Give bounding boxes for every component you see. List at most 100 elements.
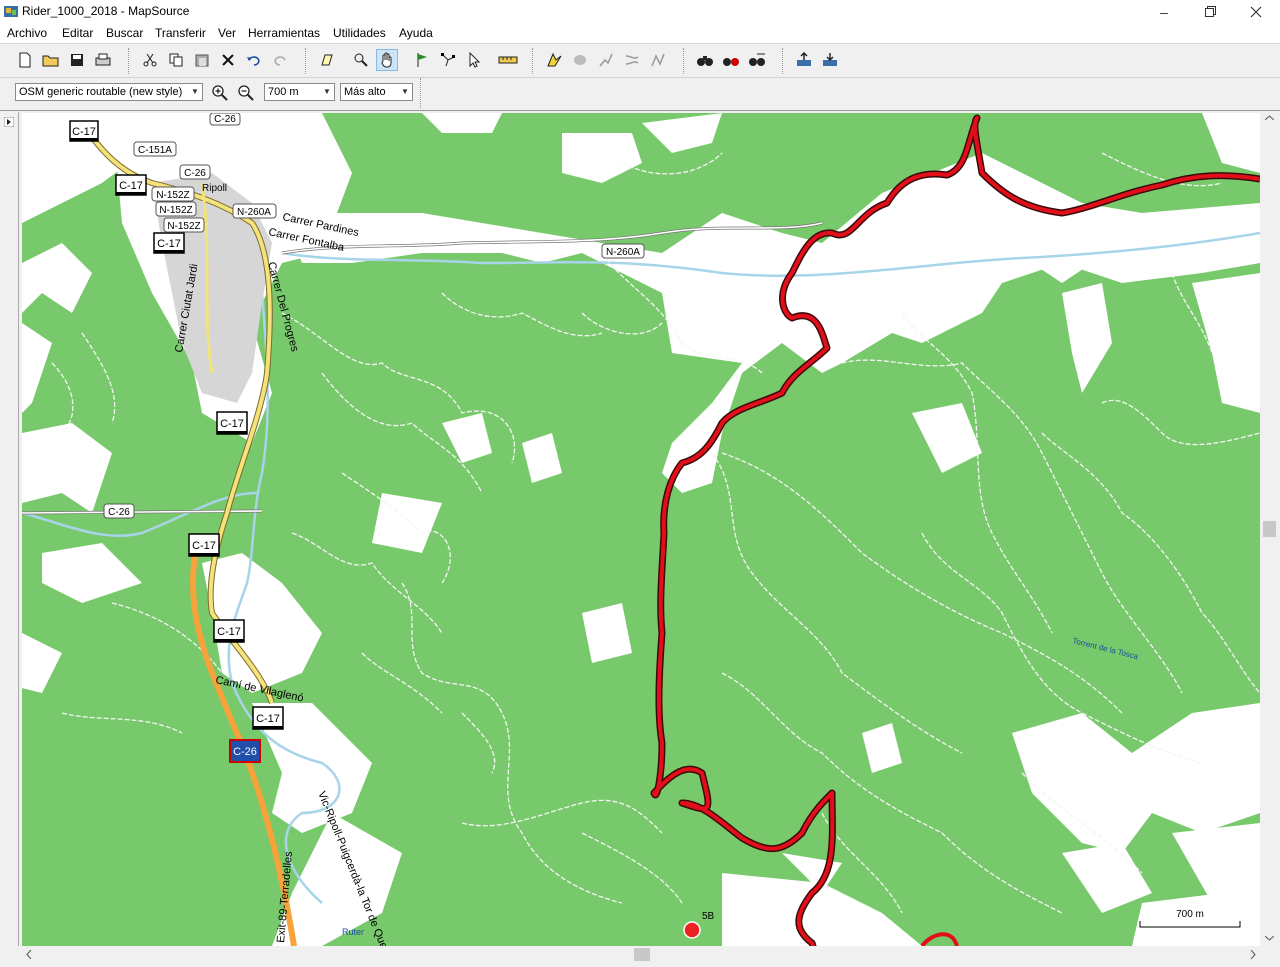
app-icon bbox=[4, 6, 18, 17]
svg-text:C-17: C-17 bbox=[157, 238, 181, 250]
find-recent-icon[interactable] bbox=[746, 49, 768, 71]
zoom-level-value: 700 m bbox=[268, 86, 299, 98]
road-shield: C-17 bbox=[213, 619, 245, 643]
title-bar: Rider_1000_2018 - MapSource – bbox=[0, 0, 1280, 23]
menu-ver[interactable]: Ver bbox=[218, 26, 236, 40]
river-label: Torrent de la Tosca bbox=[1072, 636, 1140, 661]
toolbar-separator bbox=[128, 48, 130, 74]
svg-text:N-260A: N-260A bbox=[606, 247, 640, 258]
chevron-down-icon: ▼ bbox=[323, 87, 331, 96]
chevron-down-icon: ▼ bbox=[401, 87, 409, 96]
svg-text:C-151A: C-151A bbox=[138, 145, 172, 156]
svg-text:C-26: C-26 bbox=[108, 507, 130, 518]
menu-ayuda[interactable]: Ayuda bbox=[399, 26, 433, 40]
find-places-icon[interactable] bbox=[720, 49, 742, 71]
map-svg[interactable]: 5B C-17 C-151A C-26 N-152Z N-260A C-26 C… bbox=[22, 113, 1260, 946]
svg-text:C-17: C-17 bbox=[119, 180, 143, 192]
route-tool-icon[interactable] bbox=[437, 49, 459, 71]
receive-from-device-icon[interactable] bbox=[793, 49, 815, 71]
town-label: Ripoll bbox=[202, 183, 227, 194]
copy-icon[interactable] bbox=[165, 49, 187, 71]
menu-herramientas[interactable]: Herramientas bbox=[248, 26, 320, 40]
svg-text:N-152Z: N-152Z bbox=[156, 190, 189, 201]
svg-text:C-26: C-26 bbox=[233, 746, 257, 758]
eraser-icon[interactable] bbox=[569, 49, 591, 71]
svg-text:C-26: C-26 bbox=[214, 114, 236, 125]
measure-ruler-icon[interactable] bbox=[497, 49, 519, 71]
menu-buscar[interactable]: Buscar bbox=[106, 26, 143, 40]
road-shield: C-17 bbox=[188, 533, 220, 557]
road-shield: C-17 bbox=[216, 411, 248, 435]
join-track-icon[interactable] bbox=[621, 49, 643, 71]
cut-icon[interactable] bbox=[139, 49, 161, 71]
split-track-icon[interactable] bbox=[595, 49, 617, 71]
delete-icon[interactable] bbox=[217, 49, 239, 71]
expand-arrow-icon bbox=[4, 117, 14, 127]
waypoint-marker[interactable]: 5B bbox=[683, 911, 715, 939]
toolbar-separator bbox=[532, 48, 534, 74]
svg-text:N-260A: N-260A bbox=[237, 207, 271, 218]
menu-editar[interactable]: Editar bbox=[62, 26, 93, 40]
road-shield: N-152Z bbox=[155, 201, 197, 217]
horizontal-scroll-thumb[interactable] bbox=[634, 948, 650, 961]
road-shield: N-152Z bbox=[163, 217, 205, 233]
minimize-icon[interactable]: – bbox=[1141, 0, 1187, 23]
road-shield: C-26 bbox=[103, 503, 135, 519]
toolbar-separator bbox=[420, 78, 422, 108]
map-canvas[interactable]: 5B C-17 C-151A C-26 N-152Z N-260A C-26 C… bbox=[22, 113, 1260, 946]
zoom-out-icon[interactable] bbox=[235, 82, 257, 104]
map-product-select[interactable]: OSM generic routable (new style) ▼ bbox=[15, 83, 203, 101]
redo-icon[interactable] bbox=[269, 49, 291, 71]
svg-text:C-17: C-17 bbox=[217, 626, 241, 638]
open-folder-icon[interactable] bbox=[40, 49, 62, 71]
detail-level-value: Más alto bbox=[344, 86, 386, 98]
scroll-left-icon[interactable] bbox=[26, 950, 32, 959]
vertical-scrollbar[interactable] bbox=[1261, 113, 1278, 946]
scroll-right-icon[interactable] bbox=[1250, 950, 1256, 959]
side-panel-toggle[interactable] bbox=[0, 112, 19, 946]
scale-label: 700 m bbox=[1176, 909, 1204, 920]
waypoint-label: 5B bbox=[702, 911, 715, 922]
road-shield: C-151A bbox=[133, 141, 177, 157]
restore-icon[interactable] bbox=[1187, 0, 1233, 23]
svg-text:C-26: C-26 bbox=[184, 168, 206, 179]
road-shield: C-26 bbox=[209, 113, 241, 126]
road-shield: N-152Z bbox=[151, 186, 195, 202]
map-toolbar: OSM generic routable (new style) ▼ 700 m ▼… bbox=[0, 78, 1280, 108]
road-shield: C-17 bbox=[115, 174, 147, 196]
paste-icon[interactable] bbox=[191, 49, 213, 71]
detail-level-select[interactable]: Más alto ▼ bbox=[340, 83, 413, 101]
print-icon[interactable] bbox=[92, 49, 114, 71]
river-label: Ruter bbox=[342, 927, 364, 937]
close-icon[interactable] bbox=[1233, 0, 1279, 23]
zoom-in-icon[interactable] bbox=[209, 82, 231, 104]
toolbar-separator bbox=[305, 48, 307, 74]
zoom-level-select[interactable]: 700 m ▼ bbox=[264, 83, 335, 101]
select-arrow-icon[interactable] bbox=[463, 49, 485, 71]
menu-utilidades[interactable]: Utilidades bbox=[333, 26, 386, 40]
filter-track-icon[interactable] bbox=[647, 49, 669, 71]
track-color-icon[interactable] bbox=[543, 49, 565, 71]
road-shield: C-17 bbox=[153, 232, 185, 254]
menu-archivo[interactable]: Archivo bbox=[7, 26, 47, 40]
menu-bar: Archivo Editar Buscar Transferir Ver Her… bbox=[0, 23, 1280, 44]
select-area-icon[interactable] bbox=[316, 49, 338, 71]
horizontal-scrollbar[interactable] bbox=[22, 946, 1261, 963]
menu-transferir[interactable]: Transferir bbox=[155, 26, 206, 40]
toolbar-separator bbox=[683, 48, 685, 74]
toolbar-separator bbox=[782, 48, 784, 74]
send-to-device-icon[interactable] bbox=[819, 49, 841, 71]
zoom-tool-icon[interactable] bbox=[350, 49, 372, 71]
new-file-icon[interactable] bbox=[14, 49, 36, 71]
waypoint-flag-icon[interactable] bbox=[411, 49, 433, 71]
save-icon[interactable] bbox=[66, 49, 88, 71]
scroll-down-icon[interactable] bbox=[1265, 935, 1274, 941]
vertical-scroll-thumb[interactable] bbox=[1263, 521, 1276, 537]
svg-text:N-152Z: N-152Z bbox=[159, 205, 192, 216]
motorway-shield: C-26 bbox=[229, 739, 261, 763]
undo-icon[interactable] bbox=[243, 49, 265, 71]
find-binoculars-icon[interactable] bbox=[694, 49, 716, 71]
window-title: Rider_1000_2018 - MapSource bbox=[22, 4, 190, 18]
scroll-up-icon[interactable] bbox=[1265, 115, 1274, 121]
hand-pan-icon[interactable] bbox=[376, 49, 398, 71]
